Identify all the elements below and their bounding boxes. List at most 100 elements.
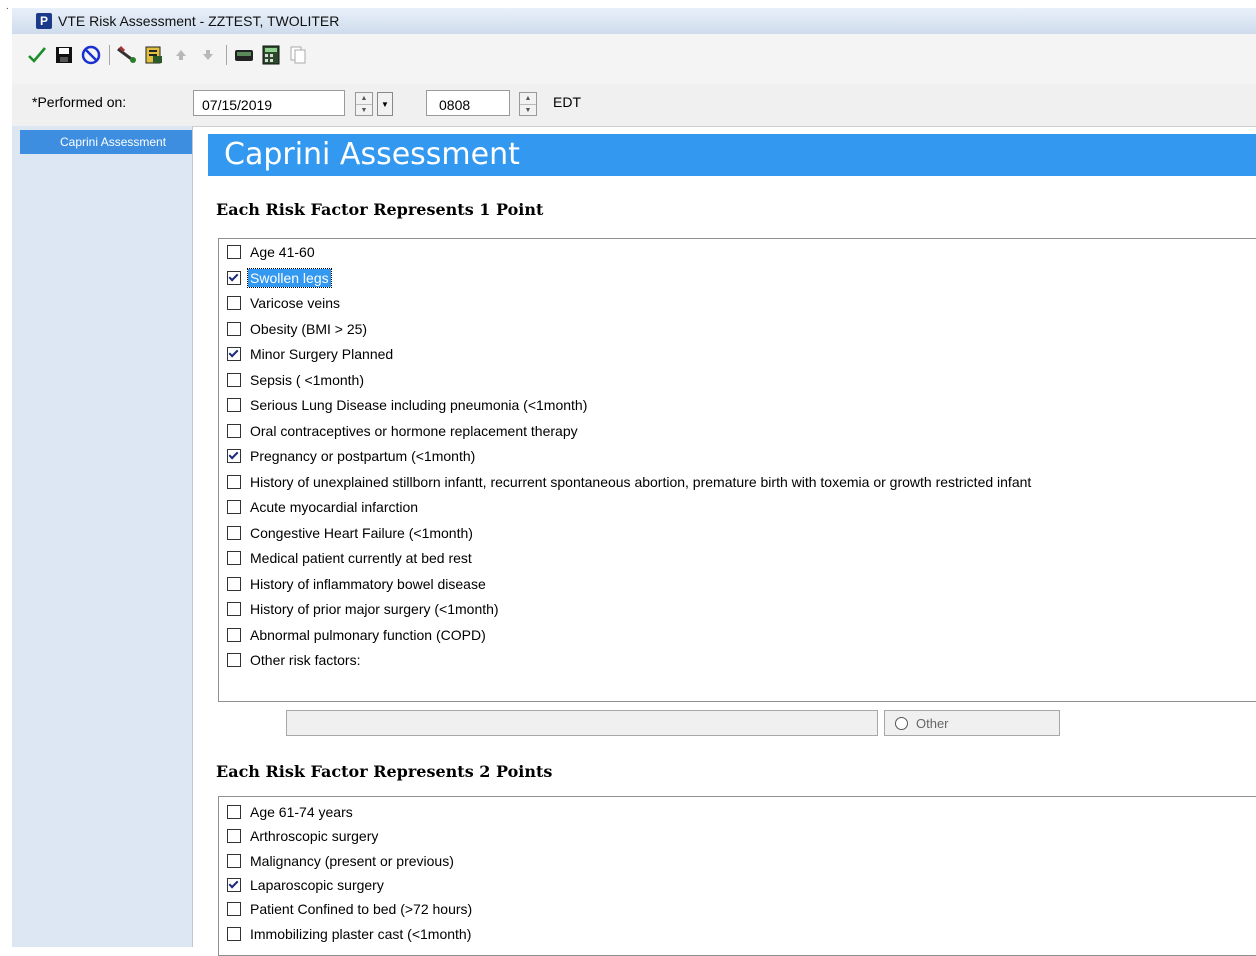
- sign-icon[interactable]: [26, 44, 48, 66]
- list-item[interactable]: History of prior major surgery (<1month): [227, 598, 501, 620]
- checkbox-label[interactable]: Abnormal pulmonary function (COPD): [248, 626, 488, 644]
- tools-icon[interactable]: [116, 44, 138, 66]
- save-icon[interactable]: [53, 44, 75, 66]
- left-window-edge: [0, 0, 12, 947]
- checkbox[interactable]: [227, 296, 241, 310]
- checkbox[interactable]: [227, 372, 241, 387]
- list-item[interactable]: Oral contraceptives or hormone replaceme…: [227, 420, 580, 442]
- checkbox[interactable]: [227, 398, 241, 412]
- checkbox[interactable]: [227, 449, 241, 463]
- checkbox[interactable]: [227, 347, 241, 361]
- checkbox-label[interactable]: Swollen legs: [247, 267, 332, 288]
- list-item[interactable]: Obesity (BMI > 25): [227, 318, 369, 340]
- list-item[interactable]: History of inflammatory bowel disease: [227, 573, 488, 595]
- spin-down-icon[interactable]: ▼: [356, 104, 372, 116]
- checkbox[interactable]: [227, 653, 241, 667]
- spin-down-icon[interactable]: ▼: [520, 104, 536, 116]
- checkbox[interactable]: [227, 805, 241, 819]
- spin-up-icon[interactable]: ▲: [356, 93, 372, 104]
- checkbox[interactable]: [227, 853, 241, 868]
- list-item[interactable]: Age 41-60: [227, 241, 317, 263]
- list-item[interactable]: Malignancy (present or previous): [227, 850, 456, 872]
- form-browser-icon[interactable]: [143, 44, 165, 66]
- list-item[interactable]: Varicose veins: [227, 292, 342, 314]
- calculator-icon[interactable]: [260, 44, 282, 66]
- performed-time-input[interactable]: 0808: [426, 90, 510, 116]
- checkbox-label[interactable]: Acute myocardial infarction: [248, 498, 420, 516]
- other-risk-factors-input[interactable]: [286, 710, 878, 736]
- checkbox[interactable]: [227, 321, 241, 336]
- list-item[interactable]: Laparoscopic surgery: [227, 874, 386, 896]
- list-item[interactable]: Arthroscopic surgery: [227, 825, 380, 847]
- checkbox-label[interactable]: Immobilizing plaster cast (<1month): [248, 925, 473, 943]
- checkbox-label[interactable]: Serious Lung Disease including pneumonia…: [248, 396, 589, 414]
- other-radio[interactable]: [895, 716, 908, 730]
- copy-icon[interactable]: [287, 44, 309, 66]
- checkbox-label[interactable]: Arthroscopic surgery: [248, 827, 380, 845]
- checkbox[interactable]: [227, 551, 241, 565]
- risk-factors-1-point-list: Age 41-60 Swollen legs Varicose veins Obesi…: [218, 238, 1256, 702]
- date-dropdown-button[interactable]: ▼: [377, 92, 393, 116]
- checkbox[interactable]: [227, 877, 241, 892]
- time-spinner[interactable]: ▲ ▼: [519, 92, 537, 116]
- checkbox-label[interactable]: Malignancy (present or previous): [248, 852, 456, 870]
- checkbox-label[interactable]: Varicose veins: [248, 294, 342, 312]
- checkbox[interactable]: [227, 525, 241, 540]
- spin-up-icon[interactable]: ▲: [520, 93, 536, 104]
- checkbox-label[interactable]: Medical patient currently at bed rest: [248, 549, 474, 567]
- checkbox-label[interactable]: Age 41-60: [248, 243, 317, 261]
- list-item[interactable]: Other risk factors:: [227, 649, 362, 671]
- list-item[interactable]: History of unexplained stillborn infantt…: [227, 471, 1033, 493]
- form-sections-sidebar: Caprini Assessment: [12, 126, 193, 947]
- list-item[interactable]: Medical patient currently at bed rest: [227, 547, 474, 569]
- checkbox-label[interactable]: Age 61-74 years: [248, 803, 355, 821]
- checkbox[interactable]: [227, 500, 241, 514]
- checkbox[interactable]: [227, 474, 241, 489]
- arrow-down-icon[interactable]: [197, 44, 219, 66]
- checkbox[interactable]: [227, 576, 241, 591]
- list-item[interactable]: Congestive Heart Failure (<1month): [227, 522, 475, 544]
- checkbox-label[interactable]: Obesity (BMI > 25): [248, 320, 369, 338]
- keyboard-icon[interactable]: [233, 44, 255, 66]
- checkbox-label[interactable]: Other risk factors:: [248, 651, 362, 669]
- cancel-icon[interactable]: [80, 44, 102, 66]
- group-1-point-title: Each Risk Factor Represents 1 Point: [216, 200, 544, 219]
- date-spinner[interactable]: ▲ ▼: [355, 92, 373, 116]
- checkbox-label[interactable]: History of unexplained stillborn infantt…: [248, 473, 1033, 491]
- performed-date-input[interactable]: 07/15/2019: [193, 90, 345, 116]
- list-item[interactable]: Swollen legs: [227, 267, 332, 289]
- chevron-down-icon: ▼: [381, 99, 389, 109]
- checkbox-label[interactable]: Oral contraceptives or hormone replaceme…: [248, 422, 580, 440]
- arrow-up-icon[interactable]: [170, 44, 192, 66]
- other-option[interactable]: Other: [884, 710, 1060, 736]
- checkbox[interactable]: [227, 829, 241, 844]
- list-item[interactable]: Sepsis ( <1month): [227, 369, 366, 391]
- checkbox-label[interactable]: Congestive Heart Failure (<1month): [248, 524, 475, 542]
- checkbox[interactable]: [227, 423, 241, 438]
- checkbox-label[interactable]: History of prior major surgery (<1month): [248, 600, 501, 618]
- list-item[interactable]: Abnormal pulmonary function (COPD): [227, 624, 488, 646]
- checkbox[interactable]: [227, 902, 241, 917]
- list-item[interactable]: Age 61-74 years: [227, 801, 355, 823]
- checkbox[interactable]: [227, 602, 241, 616]
- list-item[interactable]: Serious Lung Disease including pneumonia…: [227, 394, 589, 416]
- checkbox-label[interactable]: Sepsis ( <1month): [248, 371, 366, 389]
- list-item[interactable]: Acute myocardial infarction: [227, 496, 420, 518]
- list-item[interactable]: Immobilizing plaster cast (<1month): [227, 923, 473, 945]
- checkbox-label[interactable]: Patient Confined to bed (>72 hours): [248, 900, 474, 918]
- checkbox-label[interactable]: Minor Surgery Planned: [248, 345, 395, 363]
- checkbox[interactable]: [227, 270, 241, 285]
- app-icon: P: [36, 13, 52, 29]
- checkbox-label[interactable]: History of inflammatory bowel disease: [248, 575, 488, 593]
- checkbox-label[interactable]: Laparoscopic surgery: [248, 876, 386, 894]
- sidebar-item-caprini-assessment[interactable]: Caprini Assessment: [20, 130, 192, 154]
- checkbox[interactable]: [227, 245, 241, 259]
- checkbox-label[interactable]: Pregnancy or postpartum (<1month): [248, 447, 477, 465]
- risk-factors-2-points-list: Age 61-74 years Arthroscopic surgery Malig…: [218, 796, 1256, 956]
- timezone-label: EDT: [553, 94, 581, 110]
- checkbox[interactable]: [227, 926, 241, 941]
- list-item[interactable]: Minor Surgery Planned: [227, 343, 395, 365]
- list-item[interactable]: Patient Confined to bed (>72 hours): [227, 898, 474, 920]
- list-item[interactable]: Pregnancy or postpartum (<1month): [227, 445, 477, 467]
- checkbox[interactable]: [227, 627, 241, 642]
